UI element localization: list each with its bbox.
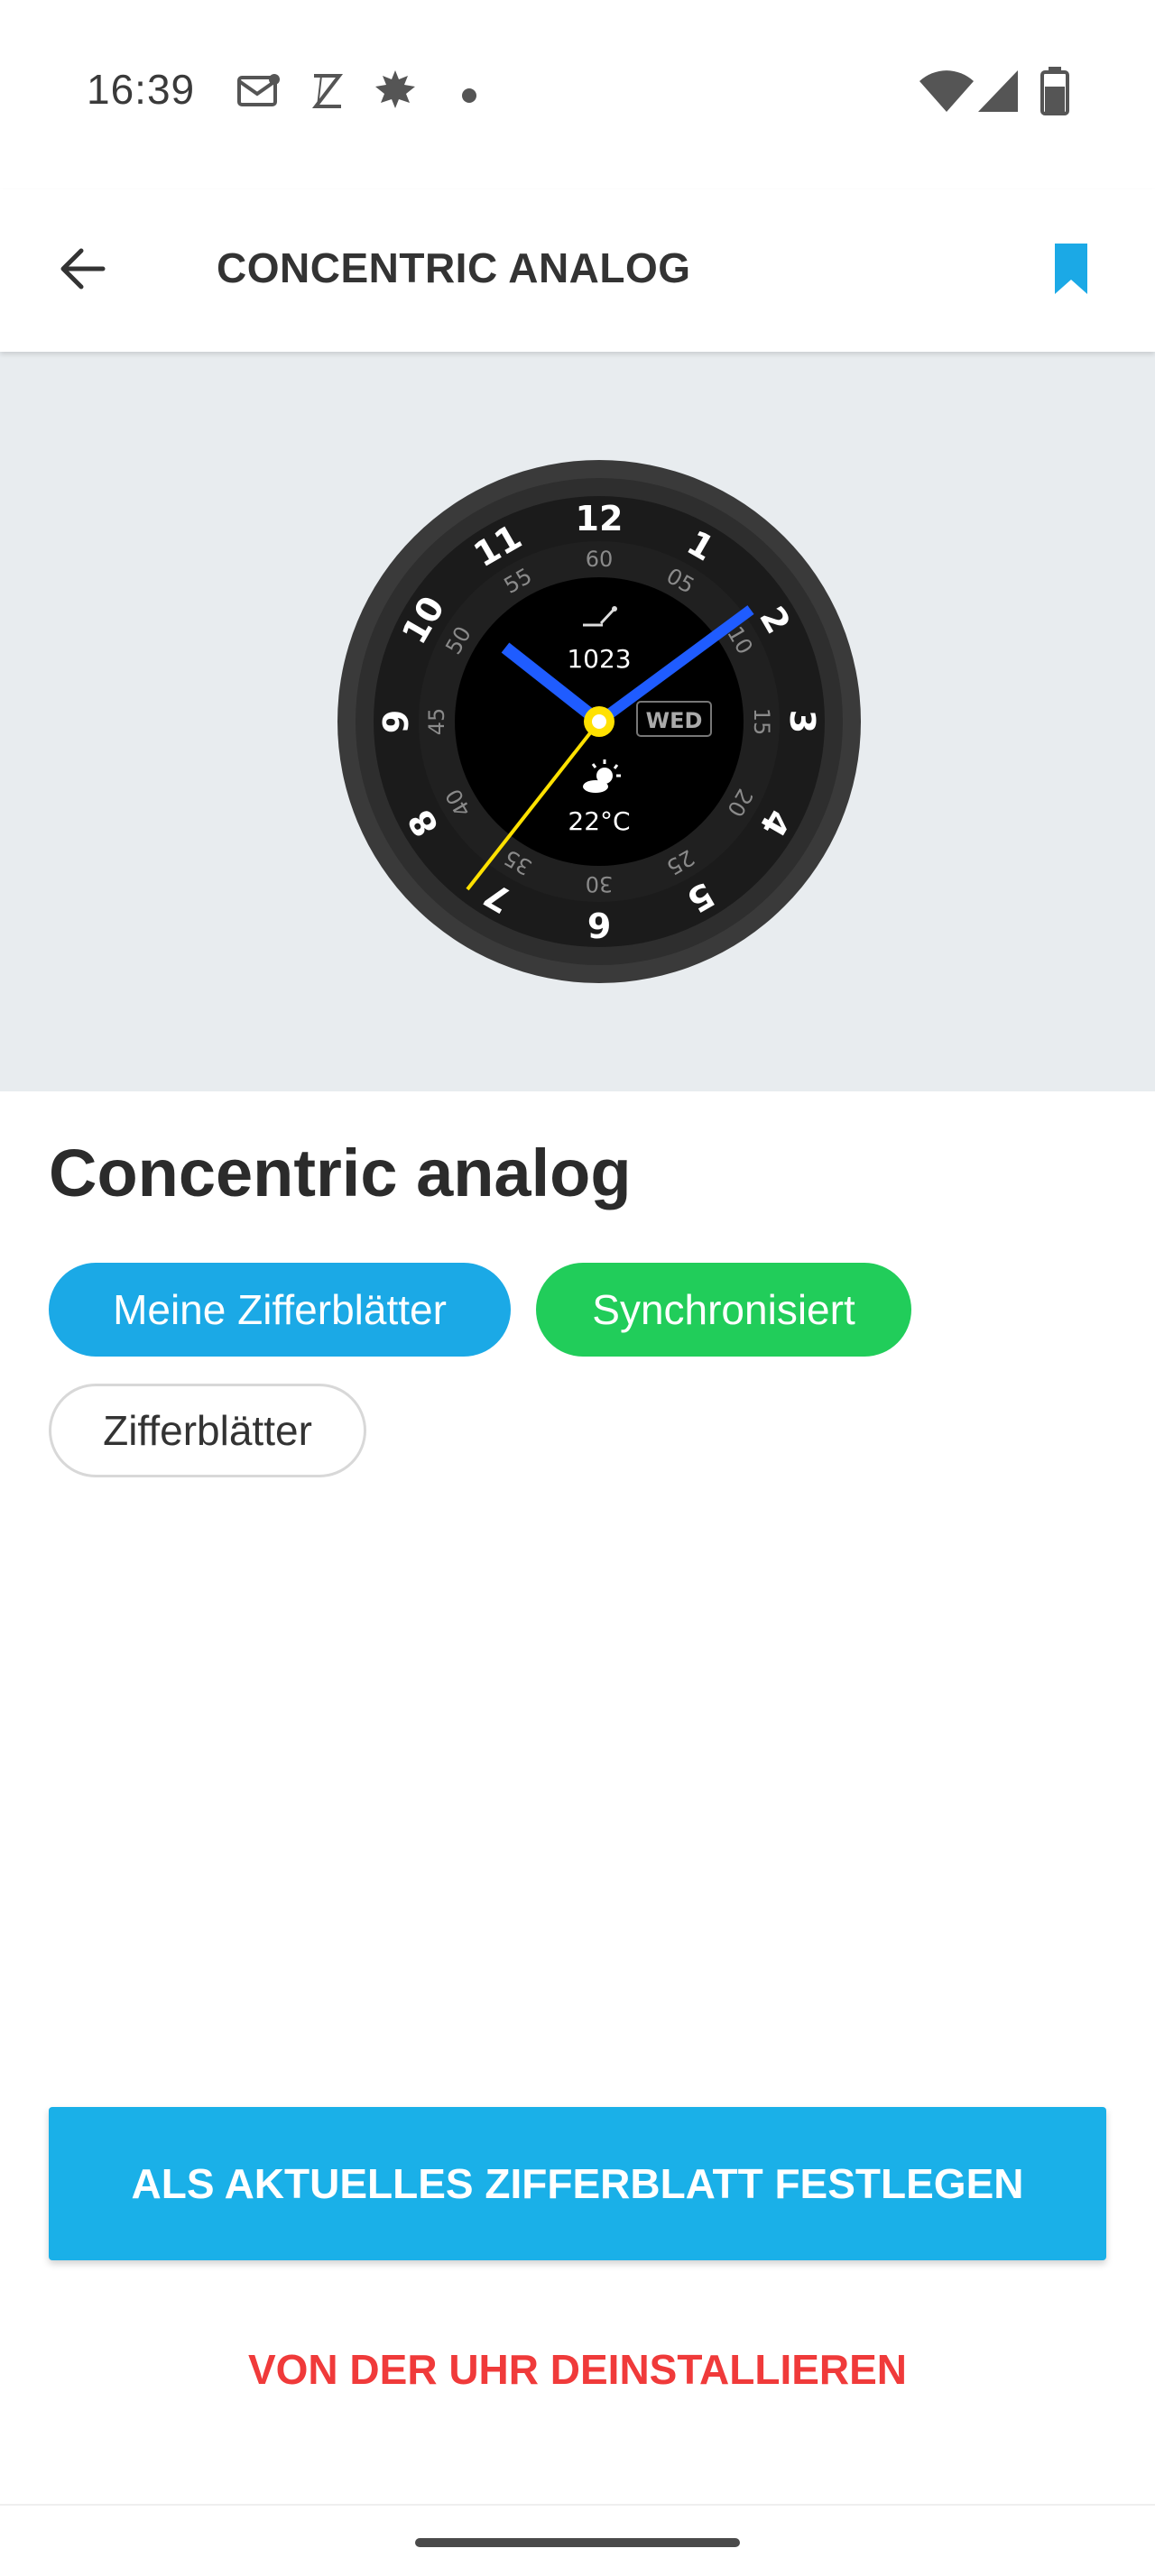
status-bar: 16:39: [0, 0, 1155, 189]
hour-numeral-6: 6: [587, 905, 611, 944]
back-arrow-icon[interactable]: [54, 240, 112, 298]
day-value: WED: [646, 708, 703, 733]
minute-numeral-15: 15: [749, 708, 774, 736]
signal-icon: [978, 70, 1018, 112]
pressure-value: 1023: [567, 644, 631, 674]
minute-numeral-60: 60: [586, 547, 614, 572]
watch-face-preview: 12 1 2 3 4 5 6 7 8 9 10 11 60 05 10 15 20 25 30 35 40 45 50 55…: [0, 352, 1155, 1091]
dot-icon: [462, 88, 476, 103]
hour-numeral-9: 9: [376, 710, 416, 733]
status-time: 16:39: [87, 66, 196, 113]
tag-synchronized[interactable]: Synchronisiert: [536, 1263, 911, 1357]
watch-face: 121234567891011 600510152025303540455055…: [337, 460, 861, 983]
watch-face-name: Concentric analog: [49, 1136, 632, 1210]
mail-icon: [237, 74, 280, 106]
hour-numeral-12: 12: [576, 499, 624, 538]
uninstall-from-watch-button[interactable]: VON DER UHR DEINSTALLIEREN: [0, 2345, 1155, 2394]
minute-numeral-30: 30: [586, 871, 614, 897]
app-bar: CONCENTRIC ANALOG: [0, 189, 1155, 352]
gesture-nav-handle[interactable]: [415, 2538, 740, 2547]
set-current-watch-face-button[interactable]: ALS AKTUELLES ZIFFERBLATT FESTLEGEN: [49, 2107, 1106, 2260]
page-title: CONCENTRIC ANALOG: [217, 244, 691, 291]
bookmark-icon[interactable]: [1051, 240, 1091, 298]
wifi-icon: [919, 70, 974, 112]
z-app-icon: [311, 74, 344, 108]
tag-my-watch-faces[interactable]: Meine Zifferblätter: [49, 1263, 511, 1357]
hour-numeral-3: 3: [782, 710, 822, 733]
divider: [0, 2504, 1155, 2506]
minute-numeral-45: 45: [424, 708, 449, 736]
battery-icon: [1040, 67, 1069, 115]
temperature-value: 22°C: [568, 806, 630, 836]
tag-watch-faces[interactable]: Zifferblätter: [49, 1384, 366, 1477]
leaf-icon: [375, 70, 415, 108]
